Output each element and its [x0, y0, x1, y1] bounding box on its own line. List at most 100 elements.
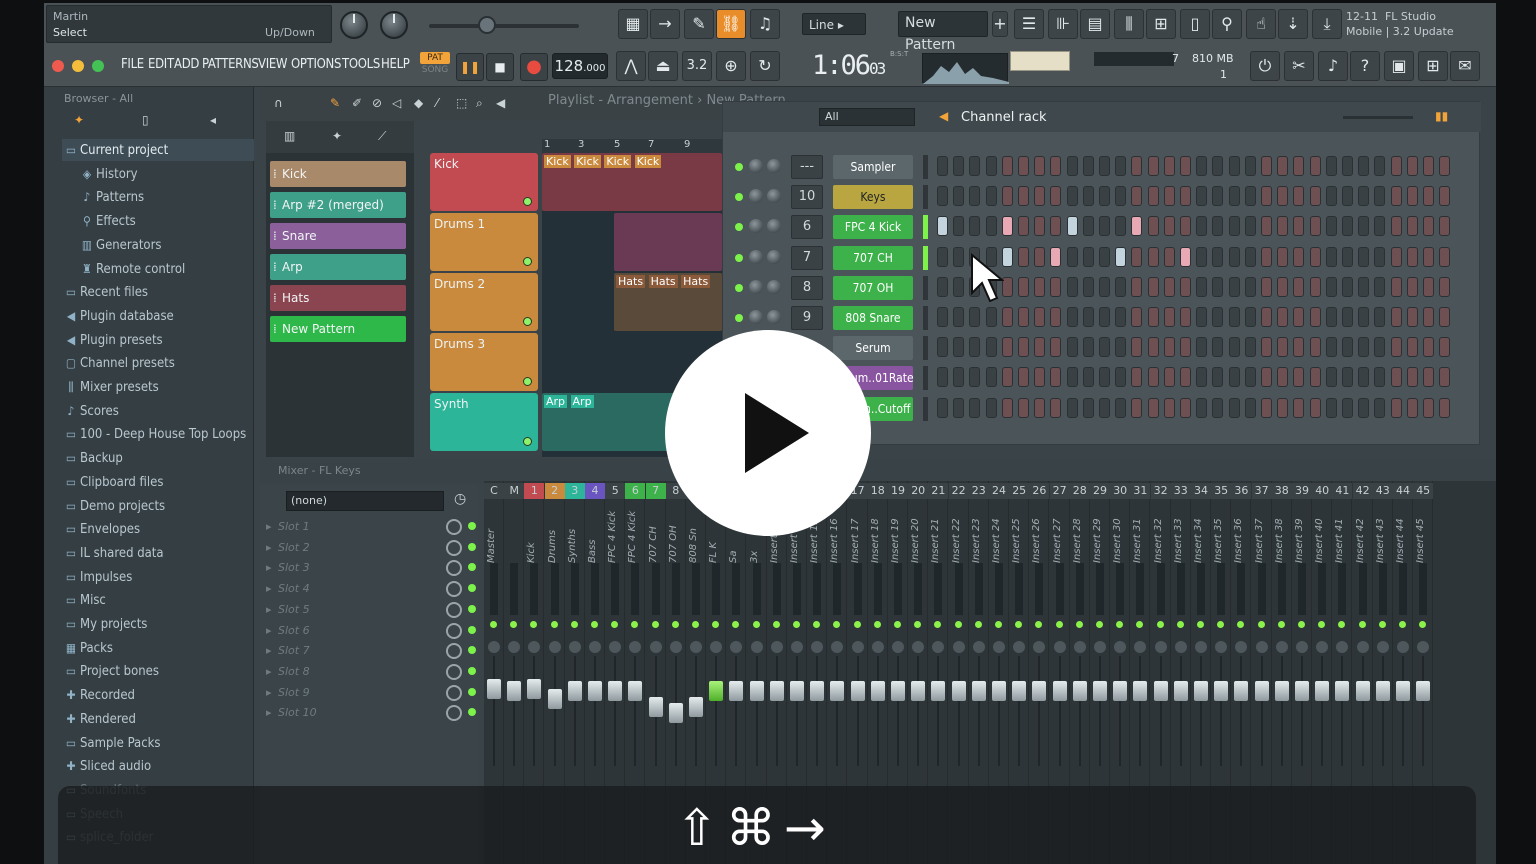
strip-pan-knob[interactable]	[851, 641, 864, 653]
step-button[interactable]	[1358, 216, 1370, 237]
browser-item[interactable]: ▭ Current project	[62, 139, 254, 161]
strip-enable-led[interactable]	[490, 621, 497, 628]
step-button[interactable]	[1050, 307, 1062, 327]
step-button[interactable]	[985, 186, 997, 207]
step-button[interactable]	[1439, 397, 1451, 418]
browser-item[interactable]: ✚ Rendered	[62, 708, 254, 730]
slot-mix-knob[interactable]	[446, 643, 462, 660]
strip-pan-knob[interactable]	[710, 641, 723, 653]
step-button[interactable]	[953, 337, 965, 358]
strip-enable-led[interactable]	[1096, 621, 1103, 628]
step-button[interactable]	[1325, 246, 1337, 267]
wait-icon[interactable]: ⏏	[648, 51, 678, 81]
menu-tools[interactable]: TOOLS	[342, 57, 380, 72]
strip-pan-knob[interactable]	[770, 641, 783, 653]
strip-enable-led[interactable]	[550, 621, 558, 628]
channel-select-bar[interactable]	[923, 366, 928, 391]
step-button[interactable]	[1082, 337, 1094, 358]
strip-enable-led[interactable]	[995, 621, 1002, 628]
step-button[interactable]	[1277, 307, 1289, 327]
channel-volume-knob[interactable]	[767, 219, 781, 234]
strip-pan-knob[interactable]	[488, 641, 500, 653]
step-button[interactable]	[1001, 156, 1013, 176]
step-button[interactable]	[1082, 186, 1094, 207]
slot-enable-led[interactable]	[468, 646, 476, 655]
channel-volume-knob[interactable]	[767, 279, 781, 294]
step-button[interactable]	[1131, 246, 1143, 267]
slot-enable-led[interactable]	[468, 625, 476, 634]
master-volume-knob[interactable]	[340, 11, 368, 39]
step-button[interactable]	[1309, 186, 1321, 207]
step-button[interactable]	[1001, 216, 1013, 237]
step-button[interactable]	[1163, 186, 1175, 207]
snap-dropdown[interactable]: Line ▸	[802, 13, 866, 35]
step-button[interactable]	[1293, 276, 1305, 297]
metronome-icon[interactable]: ♫	[750, 9, 780, 39]
step-button[interactable]	[1325, 337, 1337, 358]
browser-item[interactable]: ⫼ Mixer presets	[62, 376, 254, 398]
effect-slot[interactable]: ▸ Slot 5	[264, 600, 476, 620]
step-button[interactable]	[1066, 186, 1078, 207]
strip-enable-led[interactable]	[591, 621, 598, 628]
step-button[interactable]	[1423, 276, 1434, 297]
step-button[interactable]	[1439, 367, 1451, 388]
strip-volume-fader[interactable]	[1173, 681, 1188, 701]
channel-pan-knob[interactable]	[749, 310, 763, 324]
maximize-window-icon[interactable]	[92, 60, 104, 72]
strip-pan-knob[interactable]	[568, 641, 581, 653]
step-button[interactable]	[1228, 246, 1240, 267]
effect-slot[interactable]: ▸ Slot 6	[264, 621, 476, 641]
strip-enable-led[interactable]	[1055, 621, 1063, 628]
play-icon[interactable]	[665, 330, 871, 536]
step-button[interactable]	[1406, 216, 1418, 237]
browser-item[interactable]: ▭ Backup	[62, 447, 254, 469]
step-button[interactable]	[1099, 156, 1110, 176]
strip-enable-led[interactable]	[934, 621, 942, 628]
strip-enable-led[interactable]	[1338, 621, 1346, 628]
strip-volume-fader[interactable]	[850, 681, 865, 701]
strip-enable-led[interactable]	[611, 621, 619, 628]
strip-pan-knob[interactable]	[589, 641, 601, 653]
channel-select-bar[interactable]	[923, 336, 928, 361]
strip-enable-led[interactable]	[1136, 621, 1144, 628]
strip-volume-fader[interactable]	[1012, 681, 1027, 701]
slot-expand-icon[interactable]: ▸	[266, 644, 272, 657]
minimize-window-icon[interactable]	[72, 60, 84, 72]
strip-volume-fader[interactable]	[992, 681, 1006, 701]
step-button[interactable]	[1066, 397, 1078, 418]
microphone-icon[interactable]: ♪	[1318, 51, 1348, 81]
step-button[interactable]	[1180, 397, 1191, 418]
step-button[interactable]	[1406, 337, 1418, 358]
strip-pan-knob[interactable]	[1073, 641, 1086, 653]
step-button[interactable]	[1163, 246, 1175, 267]
effect-slot[interactable]: ▸ Slot 9	[264, 683, 476, 703]
step-button[interactable]	[1244, 246, 1256, 267]
step-button[interactable]	[1406, 156, 1418, 176]
channel-select-bar[interactable]	[923, 215, 928, 240]
strip-enable-led[interactable]	[1277, 621, 1285, 628]
step-button[interactable]	[1099, 367, 1110, 388]
step-button[interactable]	[937, 367, 948, 388]
browser-item[interactable]: ▭ Envelopes	[62, 518, 254, 540]
step-button[interactable]	[1050, 186, 1062, 207]
loop-record-icon[interactable]: ↻	[750, 51, 780, 81]
step-button[interactable]	[1099, 276, 1110, 297]
step-button[interactable]	[1066, 367, 1078, 388]
step-button[interactable]	[1196, 307, 1208, 327]
slot-expand-icon[interactable]: ▸	[266, 582, 272, 595]
step-button[interactable]	[969, 156, 981, 176]
strip-volume-fader[interactable]	[1153, 681, 1168, 701]
step-button[interactable]	[1325, 186, 1337, 207]
step-button[interactable]	[1390, 156, 1402, 176]
step-button[interactable]	[1228, 156, 1240, 176]
step-button[interactable]	[1277, 337, 1289, 358]
effect-slot[interactable]: ▸ Slot 4	[264, 579, 476, 599]
step-button[interactable]	[1439, 276, 1451, 297]
step-button[interactable]	[1439, 337, 1451, 358]
menu-edit[interactable]: EDIT	[148, 57, 174, 72]
strip-pan-knob[interactable]	[871, 641, 884, 653]
step-button[interactable]	[1358, 397, 1370, 418]
step-button[interactable]	[1131, 367, 1143, 388]
clip-drums-1[interactable]	[614, 213, 722, 271]
slot-enable-led[interactable]	[468, 522, 476, 530]
